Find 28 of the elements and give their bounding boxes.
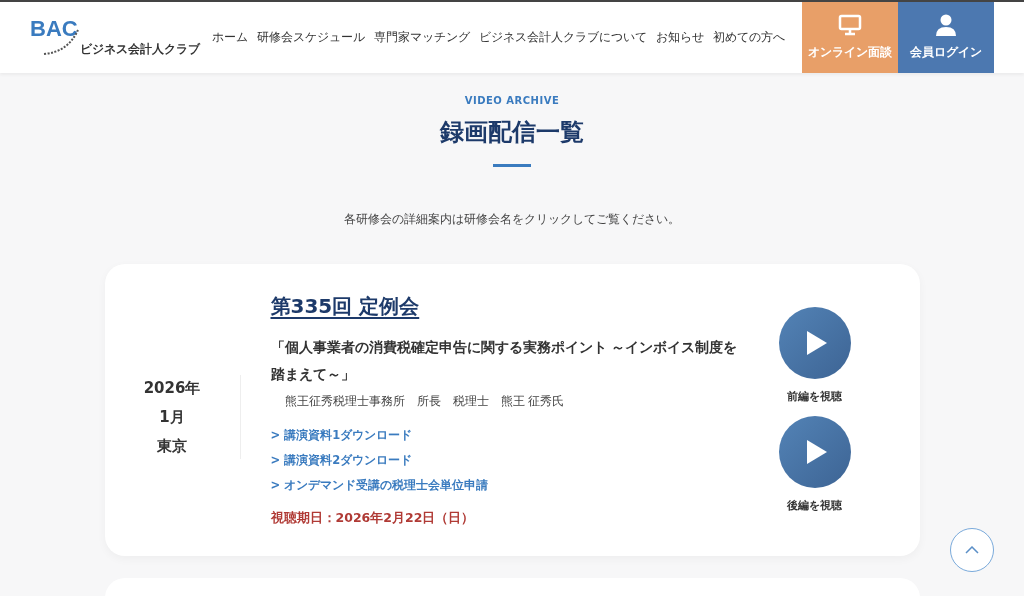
logo[interactable]: BAC ビジネス会計人クラブ <box>30 17 200 58</box>
play-icon <box>806 331 827 356</box>
login-button[interactable]: 会員ログイン <box>898 2 994 73</box>
instruction-text: 各研修会の詳細案内は研修会名をクリックしてご覧ください。 <box>344 210 680 228</box>
chevron-up-icon <box>965 546 979 554</box>
download-link[interactable]: > オンデマンド受講の税理士会単位申請 <box>270 473 749 499</box>
session-month: 1月 <box>159 407 185 427</box>
speaker-text: 熊王征秀税理士事務所 所長 税理士 熊王 征秀氏 <box>284 394 566 410</box>
download-link[interactable]: > 講演資料2ダウンロード <box>270 448 749 474</box>
session-theme: 「個人事業者の消費税確定申告に関する実務ポイント ～インボイス制度を踏まえて～」 <box>270 338 739 385</box>
nav-link[interactable]: 研修会スケジュール <box>256 29 365 46</box>
watch-link[interactable]: 前編を視聴 <box>787 389 842 405</box>
nav-link[interactable]: 初めての方へ <box>712 29 785 46</box>
session-place: 東京 <box>157 436 187 456</box>
deadline-text: 視聴期日：2026年2月22日（日） <box>270 510 476 528</box>
nav-link[interactable]: お知らせ <box>655 29 704 46</box>
nav-link[interactable]: ビジネス会計人クラブについて <box>478 29 647 46</box>
user-icon <box>935 14 957 36</box>
session-title-link[interactable]: 第335回 定例会 <box>270 293 420 321</box>
monitor-icon <box>838 14 862 36</box>
watch-link[interactable]: 後編を視聴 <box>787 498 842 514</box>
nav-link[interactable]: 専門家マッチング <box>373 29 470 46</box>
page-title: 録画配信一覧 <box>440 117 584 148</box>
play-icon <box>806 440 827 465</box>
section-eyebrow: VIDEO ARCHIVE <box>464 95 560 106</box>
download-link[interactable]: > 講演資料1ダウンロード <box>270 423 749 449</box>
session-year: 2026年 <box>143 378 201 398</box>
nav-link[interactable]: ホーム <box>211 29 248 46</box>
